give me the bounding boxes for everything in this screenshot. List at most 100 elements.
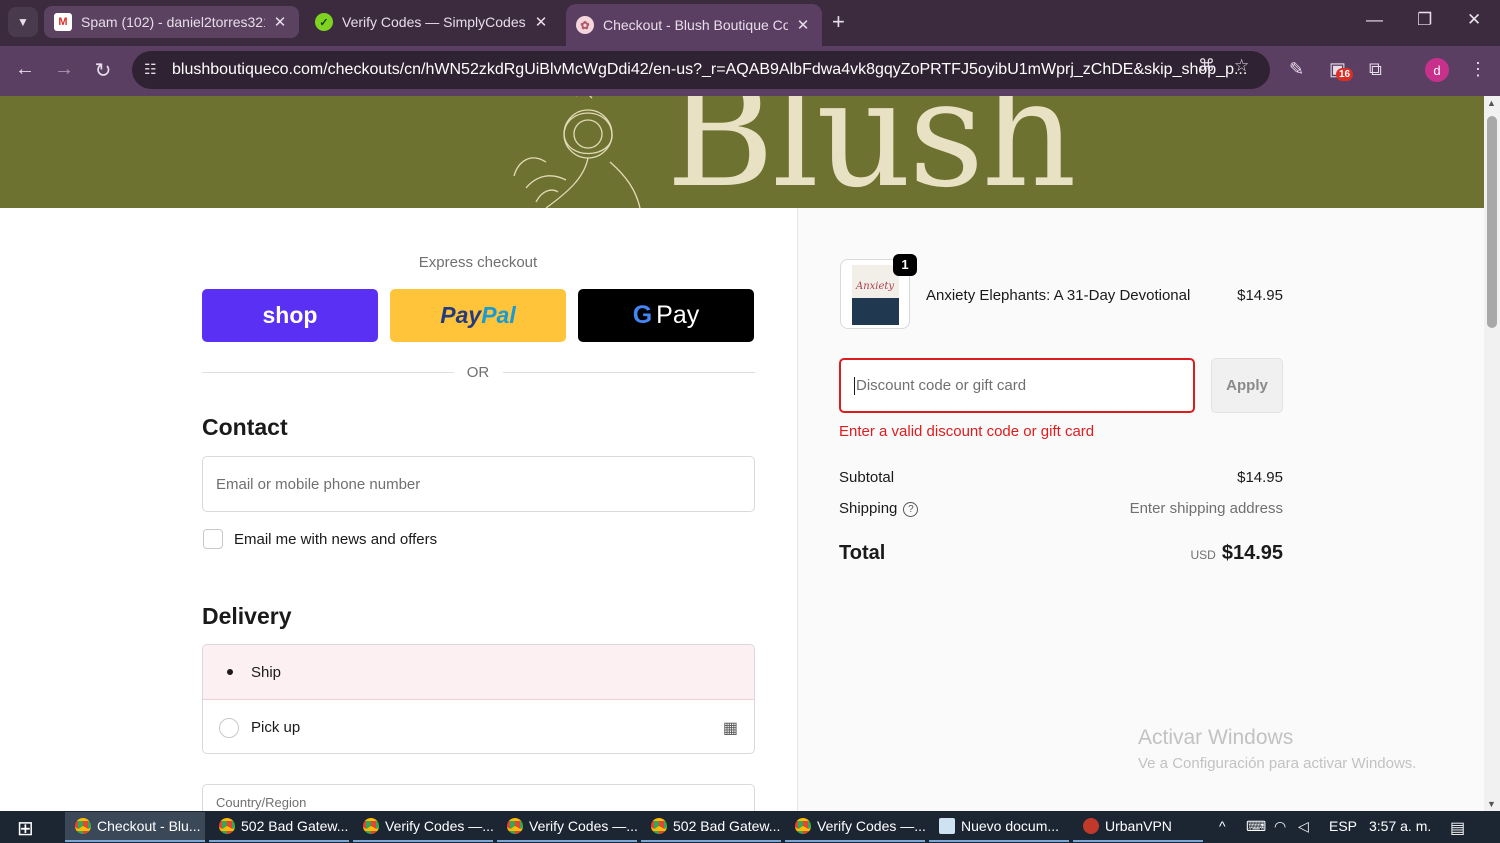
taskbar-item[interactable]: Verify Codes —... (353, 812, 493, 842)
taskbar-item-label: Verify Codes —... (385, 818, 493, 834)
help-icon[interactable]: ? (903, 502, 919, 517)
bookmark-star-icon[interactable]: ☆ (1234, 56, 1249, 76)
paypal-label-b: Pal (481, 302, 516, 328)
tab-title: Verify Codes — SimplyCodes (342, 14, 526, 30)
taskbar-item-label: Checkout - Blu... (97, 818, 201, 834)
task-view-icon[interactable]: ⊞ (17, 816, 34, 841)
close-icon[interactable]: ✕ (271, 13, 289, 31)
taskbar-item-label: 502 Bad Gatew... (241, 818, 349, 834)
rose-illustration-icon (513, 96, 641, 208)
total-currency: USD (1190, 548, 1216, 562)
url-text: blushboutiqueco.com/checkouts/cn/hWN52zk… (172, 61, 1248, 78)
taskbar-item-label: UrbanVPN (1105, 818, 1172, 834)
chrome-icon (75, 818, 91, 834)
chevron-down-icon: ▼ (17, 15, 29, 29)
shipping-value: Enter shipping address (1129, 500, 1283, 517)
subtotal-value: $14.95 (1237, 469, 1283, 486)
delivery-option-pickup[interactable]: Pick up ▦ (203, 700, 754, 753)
translate-icon[interactable]: ⌘ (1198, 56, 1215, 76)
volume-icon[interactable]: ◁ (1298, 818, 1309, 835)
taskbar-item[interactable]: Verify Codes —... (497, 812, 637, 842)
taskbar-item[interactable]: 502 Bad Gatew... (209, 812, 349, 842)
close-icon[interactable]: ✕ (532, 13, 550, 31)
tab-gmail[interactable]: M Spam (102) - daniel2torres3212 ✕ (44, 6, 299, 38)
subtotal-row: Subtotal $14.95 (839, 469, 1283, 486)
total-label: Total (839, 542, 886, 564)
discount-code-input[interactable]: Discount code or gift card (839, 358, 1195, 413)
close-window-button[interactable]: ✕ (1467, 10, 1481, 30)
email-field[interactable]: Email or mobile phone number (202, 456, 755, 512)
profile-avatar[interactable]: d (1425, 58, 1449, 82)
tab-simplycodes[interactable]: ✓ Verify Codes — SimplyCodes ✕ (305, 6, 560, 38)
shop-pay-button[interactable]: shop (202, 289, 378, 342)
windows-activation-watermark: Activar Windows Ve a Configuración para … (1138, 726, 1416, 772)
email-placeholder: Email or mobile phone number (216, 475, 421, 493)
delivery-method-group: Ship Pick up ▦ (202, 644, 755, 754)
chrome-icon (507, 818, 523, 834)
new-tab-button[interactable]: + (832, 9, 845, 35)
watermark-line1: Activar Windows (1138, 726, 1294, 749)
paypal-button[interactable]: Pay Pal (390, 289, 566, 342)
browser-tab-strip: ▼ M Spam (102) - daniel2torres3212 ✕ ✓ V… (0, 0, 1500, 46)
tray-chevron-icon[interactable]: ^ (1219, 818, 1226, 834)
apply-discount-button[interactable]: Apply (1211, 358, 1283, 413)
tab-title: Checkout - Blush Boutique Co (603, 17, 788, 33)
taskbar-item[interactable]: Nuevo docum... (929, 812, 1069, 842)
country-label: Country/Region (216, 795, 307, 810)
total-value: $14.95 (1221, 542, 1283, 564)
tab-search-button[interactable]: ▼ (8, 7, 38, 37)
taskbar-item[interactable]: Checkout - Blu... (65, 812, 205, 842)
taskbar-item[interactable]: UrbanVPN (1073, 812, 1203, 842)
simplycodes-icon: ✓ (315, 13, 333, 31)
express-checkout-label: Express checkout (418, 254, 538, 271)
menu-kebab-icon[interactable]: ⋮ (1469, 59, 1487, 80)
wifi-icon[interactable]: ◠ (1274, 818, 1286, 835)
tab-title: Spam (102) - daniel2torres3212 (81, 14, 265, 30)
store-logo-text: Blush (666, 96, 1077, 208)
taskbar-item[interactable]: Verify Codes —... (785, 812, 925, 842)
store-icon: ▦ (722, 719, 738, 737)
page-scrollbar[interactable]: ▲ ▼ (1484, 96, 1500, 811)
product-name: Anxiety Elephants: A 31-Day Devotional (926, 287, 1191, 304)
scroll-up-arrow-icon[interactable]: ▲ (1487, 98, 1496, 108)
forward-button[interactable]: → (50, 58, 78, 81)
text-cursor (854, 376, 855, 395)
tab-checkout-active[interactable]: ✿ Checkout - Blush Boutique Co ✕ (566, 4, 822, 46)
watermark-line2: Ve a Configuración para activar Windows. (1138, 755, 1417, 772)
restore-button[interactable]: ❐ (1417, 10, 1432, 30)
windows-taskbar: ⊞ Checkout - Blu... 502 Bad Gatew... Ver… (0, 811, 1500, 843)
notifications-icon[interactable]: ▤ (1450, 818, 1465, 838)
address-bar[interactable]: ☷ blushboutiqueco.com/checkouts/cn/hWN52… (132, 51, 1270, 89)
subtotal-label: Subtotal (839, 469, 895, 486)
store-banner: Blush (0, 96, 1484, 208)
taskbar-item[interactable]: 502 Bad Gatew... (641, 812, 781, 842)
scroll-down-arrow-icon[interactable]: ▼ (1487, 799, 1496, 809)
or-divider: OR (202, 363, 755, 383)
minimize-button[interactable]: — (1366, 10, 1383, 30)
site-info-icon[interactable]: ☷ (144, 61, 157, 78)
clock[interactable]: 3:57 a. m. (1369, 818, 1431, 834)
language-indicator[interactable]: ESP (1329, 818, 1357, 834)
delivery-heading: Delivery (202, 603, 292, 629)
google-pay-label: Pay (656, 301, 700, 329)
close-icon[interactable]: ✕ (794, 16, 812, 34)
reload-button[interactable]: ↻ (89, 58, 117, 83)
newsletter-label: Email me with news and offers (234, 531, 438, 548)
urbanvpn-icon (1083, 818, 1099, 834)
delivery-option-ship[interactable]: Ship (203, 645, 754, 700)
radio-selected-icon (227, 669, 233, 675)
taskbar-item-label: Verify Codes —... (817, 818, 925, 834)
taskbar-item-label: 502 Bad Gatew... (673, 818, 781, 834)
extensions-puzzle-icon[interactable]: ⧉ (1369, 59, 1382, 80)
keyboard-icon[interactable]: ⌨ (1246, 818, 1266, 835)
newsletter-checkbox[interactable] (203, 529, 223, 549)
paypal-label-a: Pay (440, 302, 482, 328)
google-pay-button[interactable]: G Pay (578, 289, 754, 342)
shipping-row: Shipping? Enter shipping address (839, 500, 1283, 517)
chrome-icon (219, 818, 235, 834)
extension-count-badge: 16 (1336, 68, 1354, 81)
back-button[interactable]: ← (11, 58, 39, 81)
extension-icon[interactable]: ✎ (1289, 59, 1304, 80)
blush-icon: ✿ (576, 16, 594, 34)
scroll-thumb[interactable] (1487, 116, 1497, 328)
